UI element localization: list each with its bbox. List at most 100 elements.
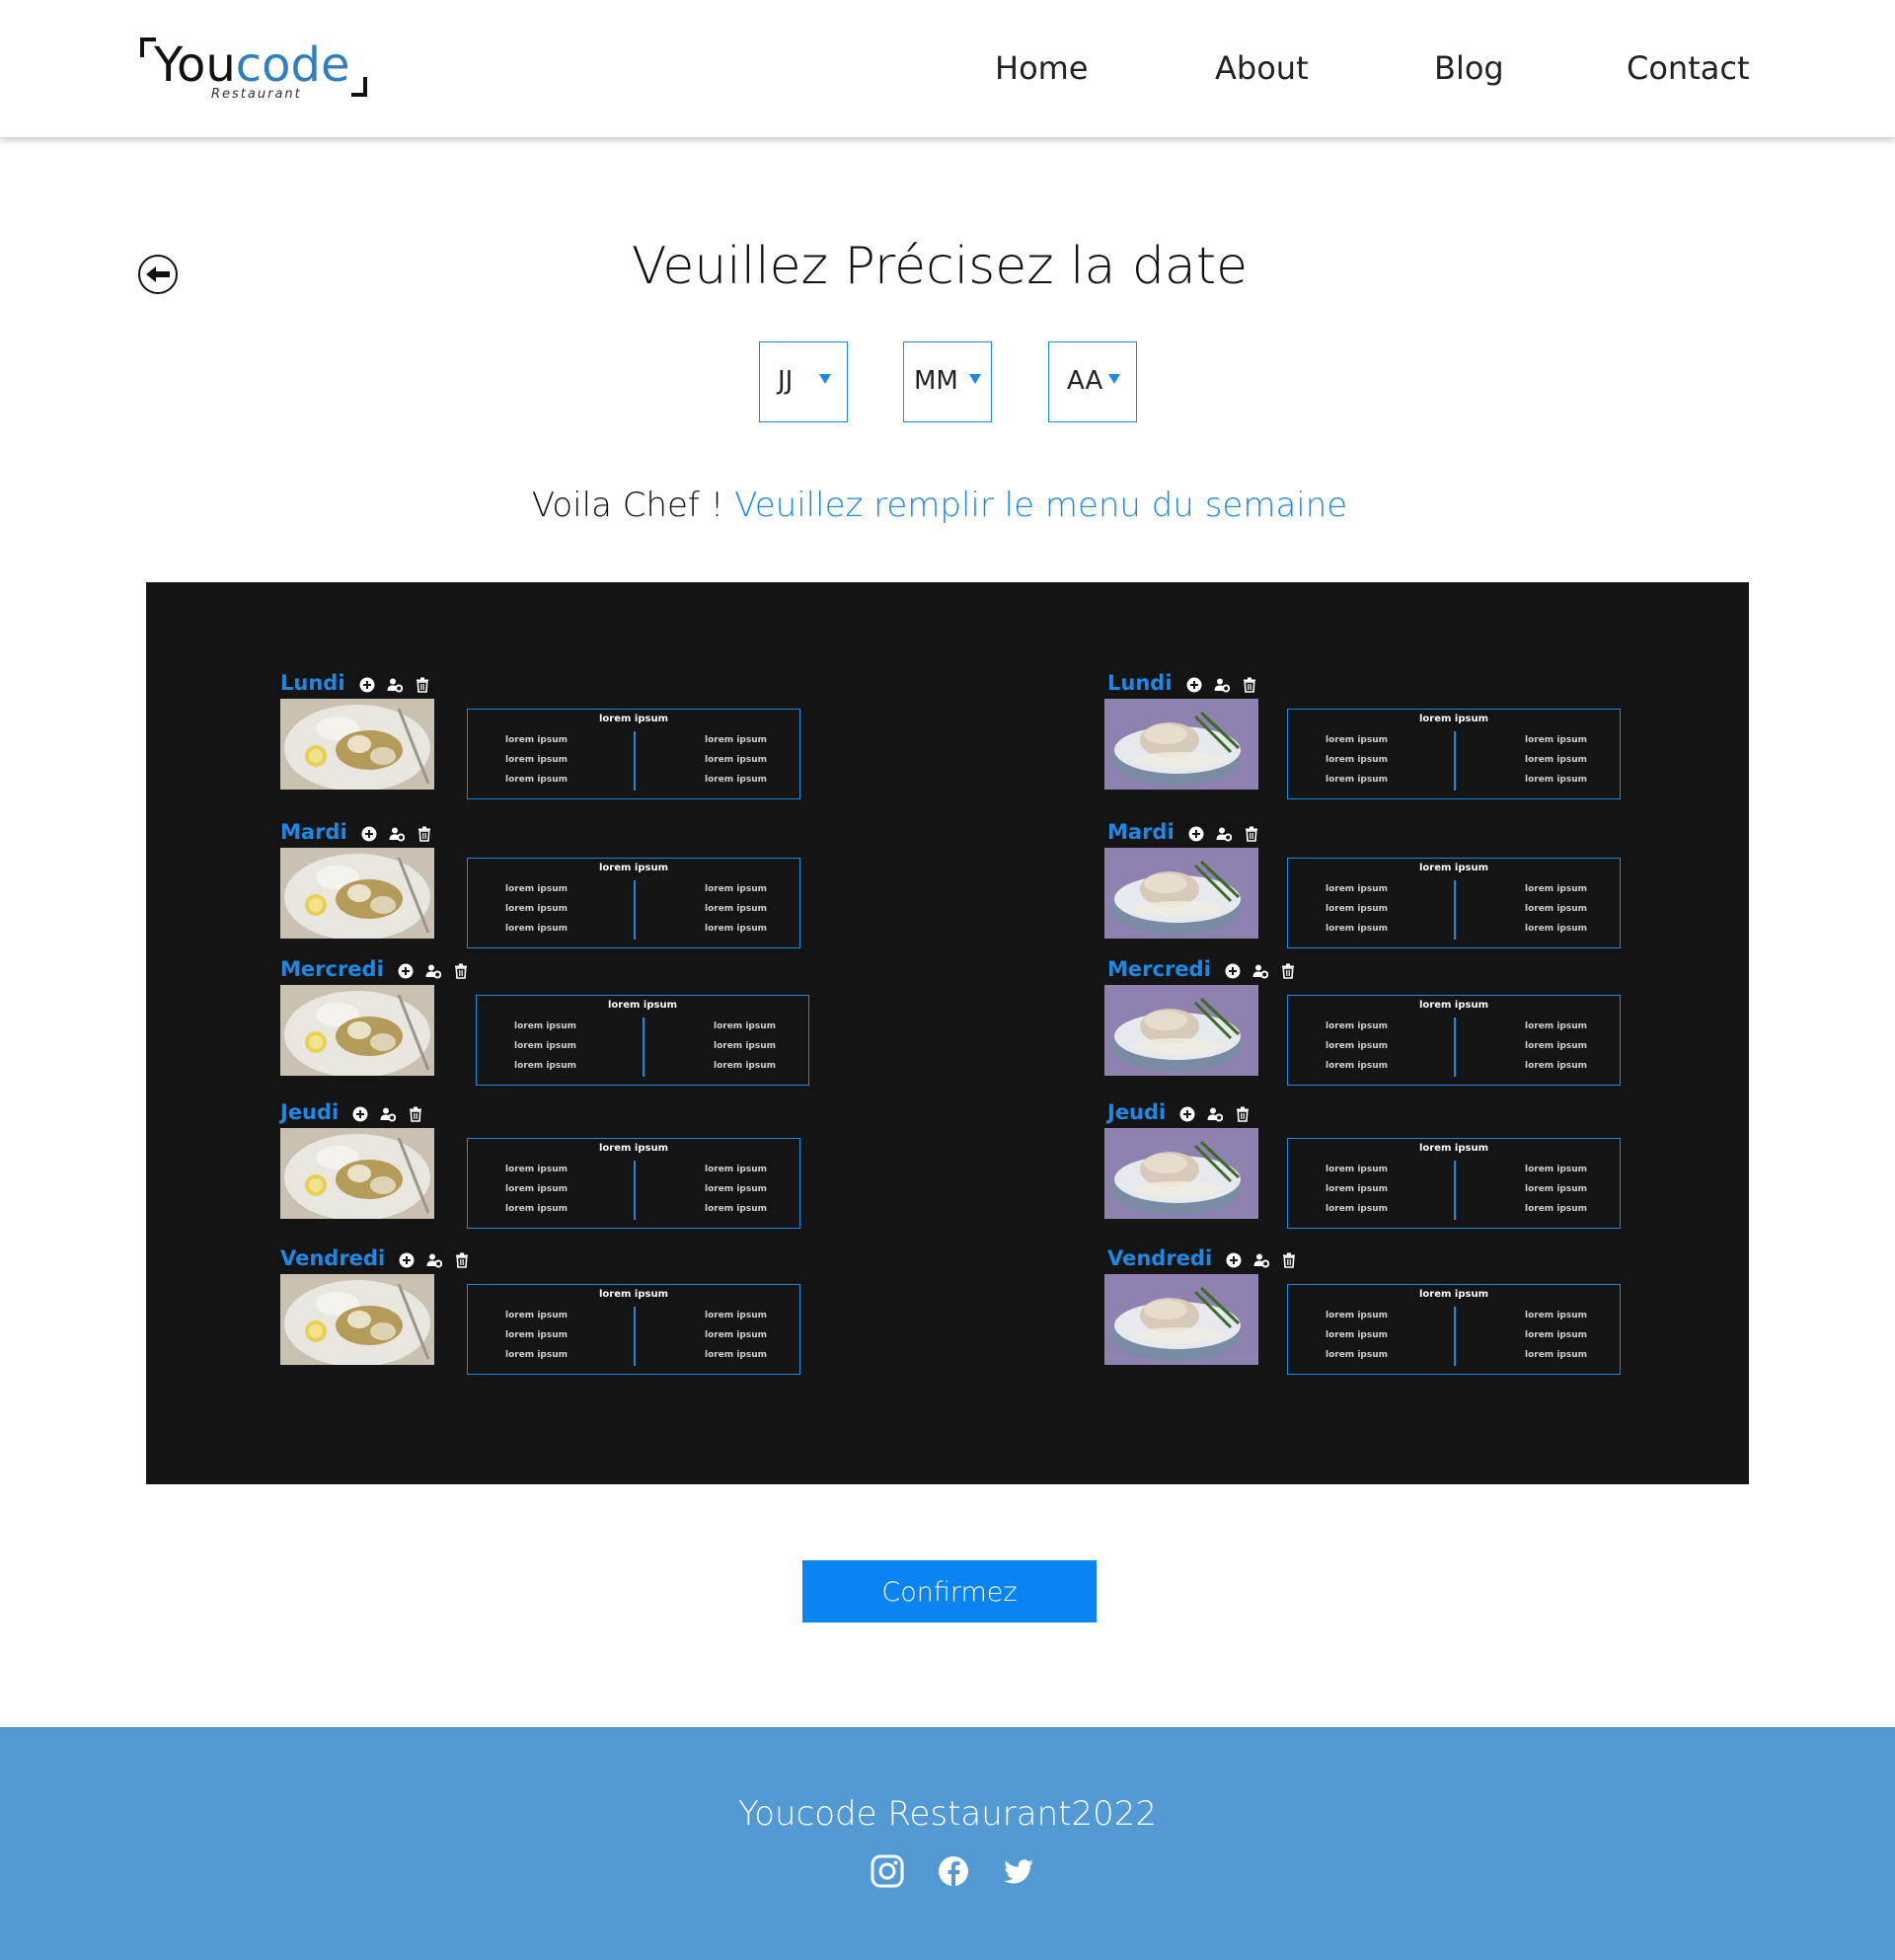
trash-icon[interactable] [1244, 826, 1259, 842]
trash-icon[interactable] [415, 677, 430, 693]
menu-card-item: lorem ipsum [705, 775, 767, 785]
trash-icon[interactable] [417, 826, 432, 842]
menu-card-item: lorem ipsum [1326, 884, 1388, 894]
menu-card[interactable]: lorem ipsum lorem ipsum lorem ipsum lorem i… [1287, 995, 1621, 1086]
user-gear-icon[interactable] [1252, 963, 1268, 979]
menu-card[interactable]: lorem ipsum lorem ipsum lorem ipsum lorem i… [467, 709, 800, 799]
day-label-vendredi: Vendredi [1107, 1246, 1213, 1270]
menu-card-item: lorem ipsum [705, 924, 767, 934]
facebook-icon[interactable] [936, 1853, 971, 1889]
menu-card[interactable]: lorem ipsum lorem ipsum lorem ipsum lorem i… [1287, 709, 1621, 799]
dish-thumbnail[interactable] [1104, 1128, 1258, 1219]
plus-circle-icon[interactable] [359, 677, 375, 693]
menu-card-item: lorem ipsum [514, 1021, 576, 1031]
plus-circle-icon[interactable] [399, 1252, 415, 1268]
plus-circle-icon[interactable] [1186, 677, 1202, 693]
plus-circle-icon[interactable] [361, 826, 377, 842]
day-select[interactable]: JJ [759, 341, 848, 422]
twitter-icon[interactable] [1001, 1853, 1036, 1889]
user-gear-icon[interactable] [1216, 826, 1232, 842]
logo[interactable]: Youcode Restaurant [140, 38, 367, 102]
menu-card-item: lorem ipsum [1525, 924, 1587, 934]
trash-icon[interactable] [1281, 1252, 1297, 1268]
trash-icon[interactable] [1242, 677, 1257, 693]
menu-card-title: lorem ipsum [1419, 1000, 1488, 1011]
user-gear-icon[interactable] [380, 1106, 396, 1122]
site-header: Youcode Restaurant Home About Blog Conta… [0, 0, 1895, 137]
trash-icon[interactable] [1280, 963, 1296, 979]
menu-card[interactable]: lorem ipsum lorem ipsum lorem ipsum lorem i… [467, 858, 800, 948]
menu-card-item: lorem ipsum [1525, 755, 1587, 765]
dish-thumbnail[interactable] [1104, 1274, 1258, 1365]
user-gear-icon[interactable] [425, 963, 441, 979]
menu-card-item: lorem ipsum [1525, 1061, 1587, 1071]
nav-home-link[interactable]: Home [995, 49, 1089, 87]
menu-card-item: lorem ipsum [1525, 1041, 1587, 1051]
user-gear-icon[interactable] [426, 1252, 442, 1268]
month-select[interactable]: MM [903, 341, 992, 422]
caret-down-icon [819, 374, 831, 384]
plus-circle-icon[interactable] [352, 1106, 368, 1122]
logo-subtitle: Restaurant [211, 87, 302, 102]
menu-card-item: lorem ipsum [1326, 1350, 1388, 1360]
dish-thumbnail[interactable] [280, 1128, 434, 1219]
user-gear-icon[interactable] [389, 826, 405, 842]
trash-icon[interactable] [408, 1106, 423, 1122]
dish-thumbnail[interactable] [280, 848, 434, 939]
menu-card-item: lorem ipsum [1326, 755, 1388, 765]
menu-card[interactable]: lorem ipsum lorem ipsum lorem ipsum lorem i… [1287, 1284, 1621, 1375]
dish-thumbnail[interactable] [1104, 848, 1258, 939]
plus-circle-icon[interactable] [398, 963, 414, 979]
dish-thumbnail[interactable] [280, 699, 434, 790]
menu-card-title: lorem ipsum [1419, 1143, 1488, 1154]
dish-thumbnail[interactable] [1104, 699, 1258, 790]
dish-thumbnail[interactable] [280, 1274, 434, 1365]
menu-card-title: lorem ipsum [599, 863, 668, 873]
menu-card-item: lorem ipsum [505, 735, 568, 745]
user-gear-icon[interactable] [1214, 677, 1230, 693]
menu-card-item: lorem ipsum [1326, 735, 1388, 745]
nav-contact-link[interactable]: Contact [1627, 49, 1750, 87]
dish-photo-fish [1104, 699, 1258, 790]
trash-icon[interactable] [453, 963, 469, 979]
plus-circle-icon[interactable] [1226, 1252, 1242, 1268]
dish-thumbnail[interactable] [1104, 985, 1258, 1076]
menu-card-item: lorem ipsum [1525, 904, 1587, 914]
trash-icon[interactable] [1235, 1106, 1251, 1122]
menu-card[interactable]: lorem ipsum lorem ipsum lorem ipsum lorem i… [467, 1138, 800, 1229]
instagram-icon[interactable] [870, 1853, 905, 1889]
dish-thumbnail[interactable] [280, 985, 434, 1076]
day-label-lundi: Lundi [280, 671, 345, 695]
menu-card[interactable]: lorem ipsum lorem ipsum lorem ipsum lorem i… [467, 1284, 800, 1375]
menu-card-item: lorem ipsum [1326, 1061, 1388, 1071]
menu-card[interactable]: lorem ipsum lorem ipsum lorem ipsum lorem i… [1287, 1138, 1621, 1229]
plus-circle-icon[interactable] [1188, 826, 1204, 842]
menu-card-item: lorem ipsum [1525, 1350, 1587, 1360]
dish-photo-fish [1104, 1274, 1258, 1365]
menu-card[interactable]: lorem ipsum lorem ipsum lorem ipsum lorem i… [1287, 858, 1621, 948]
menu-card-item: lorem ipsum [705, 904, 767, 914]
trash-icon[interactable] [454, 1252, 470, 1268]
plus-circle-icon[interactable] [1225, 963, 1241, 979]
logo-text: Youcode [154, 38, 350, 93]
confirm-button[interactable]: Confirmez [802, 1560, 1097, 1622]
menu-card-item: lorem ipsum [705, 1184, 767, 1194]
menu-card-item: lorem ipsum [505, 1311, 568, 1320]
menu-card-item: lorem ipsum [505, 1204, 568, 1214]
menu-card-divider [1454, 1307, 1456, 1366]
year-select[interactable]: AA [1048, 341, 1137, 422]
menu-card-divider [634, 880, 636, 940]
user-gear-icon[interactable] [1253, 1252, 1269, 1268]
weekly-menu-panel: Lundi lorem ipsum lorem ipsum lorem ipsum lo… [146, 582, 1749, 1484]
nav-about-link[interactable]: About [1215, 49, 1309, 87]
day-label-mercredi: Mercredi [280, 957, 384, 981]
user-gear-icon[interactable] [387, 677, 403, 693]
menu-card[interactable]: lorem ipsum lorem ipsum lorem ipsum lorem i… [476, 995, 809, 1086]
user-gear-icon[interactable] [1207, 1106, 1223, 1122]
menu-card-item: lorem ipsum [1326, 1165, 1388, 1174]
plus-circle-icon[interactable] [1179, 1106, 1195, 1122]
day-label-jeudi: Jeudi [1107, 1100, 1167, 1124]
nav-blog-link[interactable]: Blog [1434, 49, 1504, 87]
day-select-value: JJ [778, 366, 794, 396]
menu-card-divider [643, 1018, 644, 1077]
